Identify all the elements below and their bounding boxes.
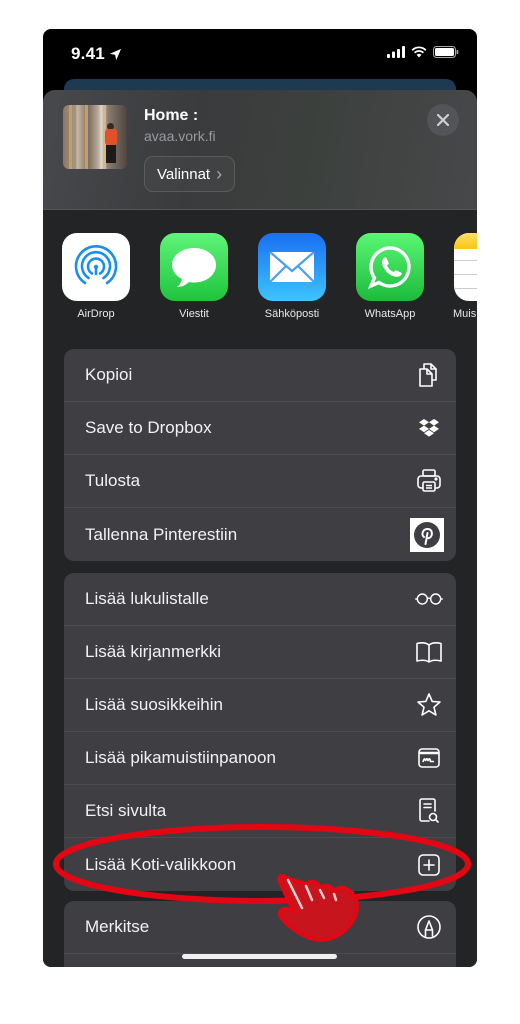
- options-button[interactable]: Valinnat ›: [144, 156, 236, 192]
- action-save-to-dropbox[interactable]: Save to Dropbox: [64, 402, 456, 455]
- app-label: Viestit: [179, 308, 209, 320]
- airdrop-icon: [62, 233, 130, 301]
- dropbox-icon: [414, 413, 444, 443]
- action-add-quick-note[interactable]: Lisää pikamuistiinpanoon: [64, 732, 456, 785]
- markup-icon: [414, 912, 444, 942]
- action-label: Etsi sivulta: [85, 801, 167, 820]
- notes-icon: [454, 233, 477, 301]
- action-label: Lisää lukulistalle: [85, 589, 209, 608]
- options-label: Valinnat: [157, 165, 211, 183]
- action-label: Merkitse: [85, 917, 150, 936]
- app-mail[interactable]: Sähköposti: [252, 233, 332, 320]
- close-button[interactable]: [427, 104, 459, 136]
- mail-icon: [258, 233, 326, 301]
- whatsapp-icon: [356, 233, 424, 301]
- action-find-on-page[interactable]: Etsi sivulta: [64, 785, 456, 838]
- page-thumbnail: [63, 105, 127, 169]
- action-add-favorites[interactable]: Lisää suosikkeihin: [64, 679, 456, 732]
- action-print[interactable]: Tulosta: [64, 455, 456, 508]
- action-group-2: Lisää lukulistalle Lisää kirjanmerkki Li…: [64, 573, 456, 891]
- status-icons: [387, 46, 459, 58]
- app-label: WhatsApp: [364, 308, 416, 320]
- action-group-1: Kopioi Save to Dropbox Tulosta Tallenna …: [64, 349, 456, 561]
- action-add-to-home-screen[interactable]: Lisää Koti-valikkoon: [64, 838, 456, 891]
- share-sheet: Home : avaa.vork.fi Valinnat › AirDrop V…: [43, 90, 477, 967]
- action-label: Tallenna Pinterestiin: [85, 524, 238, 544]
- share-apps-row: AirDrop Viestit Sähköposti WhatsApp Muis: [43, 233, 477, 333]
- action-markup[interactable]: Merkitse: [64, 901, 456, 954]
- action-save-to-pinterest[interactable]: Tallenna Pinterestiin: [64, 508, 456, 561]
- book-icon: [414, 637, 444, 667]
- wifi-icon: [411, 46, 427, 58]
- app-label: AirDrop: [77, 308, 115, 320]
- action-add-bookmark[interactable]: Lisää kirjanmerkki: [64, 626, 456, 679]
- chevron-right-icon: ›: [216, 163, 223, 184]
- action-label: Kopioi: [85, 365, 133, 384]
- action-label: Save to Dropbox: [85, 418, 212, 437]
- action-label: Lisää kirjanmerkki: [85, 642, 222, 661]
- battery-icon: [433, 46, 459, 58]
- action-add-reading-list[interactable]: Lisää lukulistalle: [64, 573, 456, 626]
- app-airdrop[interactable]: AirDrop: [56, 233, 136, 320]
- action-copy[interactable]: Kopioi: [64, 349, 456, 402]
- home-indicator[interactable]: [182, 954, 337, 959]
- cellular-signal-icon: [387, 46, 405, 58]
- action-label: Lisää pikamuistiinpanoon: [85, 748, 276, 767]
- pinterest-icon: [410, 517, 444, 552]
- add-square-icon: [414, 850, 444, 880]
- star-icon: [414, 690, 444, 720]
- action-label: Lisää suosikkeihin: [85, 695, 223, 714]
- action-label: Lisää Koti-valikkoon: [85, 854, 237, 874]
- app-label: Muis: [453, 308, 477, 320]
- time-label: 9.41: [71, 44, 105, 63]
- action-label: Tulosta: [85, 471, 141, 490]
- app-messages[interactable]: Viestit: [154, 233, 234, 320]
- app-whatsapp[interactable]: WhatsApp: [350, 233, 430, 320]
- location-arrow-icon: [109, 48, 121, 60]
- status-bar: 9.41: [43, 29, 477, 79]
- status-time: 9.41: [71, 44, 122, 64]
- messages-icon: [160, 233, 228, 301]
- page-url: avaa.vork.fi: [144, 128, 216, 144]
- close-icon: [437, 114, 449, 126]
- quick-note-icon: [414, 743, 444, 773]
- glasses-icon: [414, 584, 444, 614]
- printer-icon: [414, 466, 444, 496]
- app-label: Sähköposti: [264, 308, 320, 320]
- app-notes[interactable]: Muis: [448, 233, 477, 320]
- page-title: Home :: [144, 107, 199, 124]
- find-on-page-icon: [414, 796, 444, 826]
- share-sheet-header: Home : avaa.vork.fi Valinnat ›: [43, 90, 477, 210]
- copy-icon: [414, 360, 444, 390]
- phone-screen: 9.41 Home: avaa.vork.fi Valinnat › AirD…: [43, 29, 477, 967]
